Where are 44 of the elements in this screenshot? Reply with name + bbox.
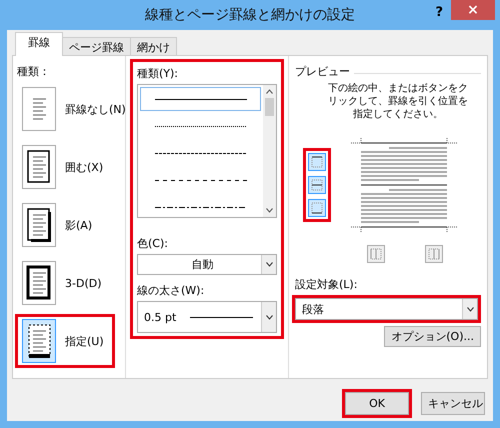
setting-option[interactable]: 影(A) [65,218,92,232]
line-sample-icon [154,178,246,182]
border-button[interactable] [308,153,326,171]
window-title: 線種とページ罫線と網かけの設定 [145,6,355,24]
page-icon[interactable] [22,261,56,305]
apply-to-dropdown[interactable]: 段落 [295,298,478,320]
line-sample-icon [154,124,246,128]
tab[interactable]: ページ罫線 [62,37,131,56]
line-sample-icon [154,152,246,154]
chevron-down-icon [266,262,272,267]
line-sample-icon [154,206,246,208]
setting-option[interactable]: 3-D(D) [65,276,102,290]
page-icon[interactable] [22,203,56,247]
setting-label: 種類： [17,64,51,79]
page-icon[interactable] [22,145,56,189]
chevron-down-icon [266,314,272,320]
setting-option[interactable]: 囲む(X) [65,160,104,174]
width-label: 線の太さ(W): [137,283,206,298]
width-dropdown[interactable]: 0.5 pt [137,301,277,333]
color-dropdown[interactable]: 自動 [137,254,277,275]
line-sample-icon [154,98,246,100]
dialog-button[interactable]: OK [345,392,409,415]
style-label: 種類(Y): [137,66,180,81]
color-label: 色(C): [137,236,169,251]
help-button[interactable]: ? [435,5,443,20]
scrollbar[interactable] [263,85,276,217]
setting-option[interactable]: 罫線なし(N) [65,102,126,116]
tab[interactable]: 罫線 [15,32,63,56]
scrollbar-thumb[interactable] [265,98,274,116]
apply-to-label: 設定対象(L): [295,277,358,292]
instructions-text: 下の絵の中、またはボタンをクリックして、罫線を引く位置を指定してください。 [328,82,468,121]
close-button[interactable]: × [451,0,495,20]
options-button[interactable]: オプション(O)... [384,326,481,347]
tab[interactable]: 網かけ [130,37,177,56]
setting-option[interactable]: 指定(U) [65,334,104,348]
line-style-option[interactable] [140,87,261,111]
scroll-up-icon[interactable] [266,89,273,94]
preview-label: プレビュー [295,64,350,79]
chevron-down-icon [466,306,474,312]
border-button[interactable] [308,199,326,217]
page-icon[interactable] [22,319,56,363]
border-button[interactable] [308,176,326,194]
dialog-button[interactable]: キャンセル [421,392,485,415]
scroll-down-icon[interactable] [266,208,273,213]
